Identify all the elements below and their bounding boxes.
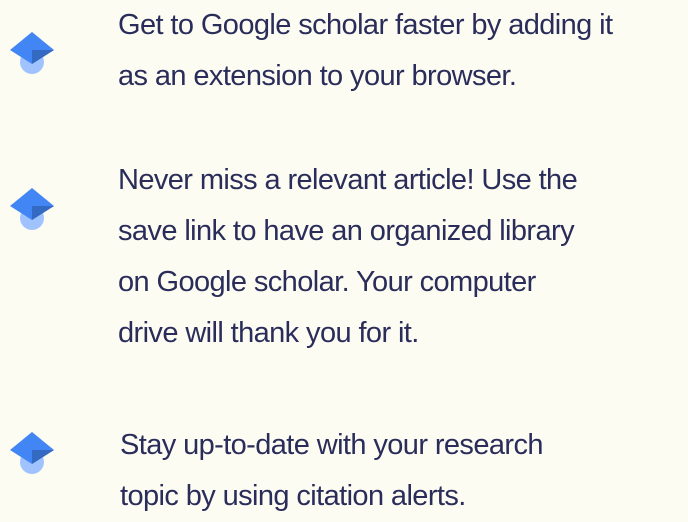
tip-text: Never miss a relevant article! Use the s… bbox=[118, 155, 678, 359]
tip-line: save link to have an organized library bbox=[118, 215, 575, 247]
tip-line: topic by using citation alerts. bbox=[120, 480, 466, 512]
tip-text: Get to Google scholar faster by adding i… bbox=[118, 0, 678, 102]
tip-line: drive will thank you for it. bbox=[118, 317, 419, 349]
google-scholar-icon bbox=[10, 432, 54, 474]
tip-line: on Google scholar. Your computer bbox=[118, 266, 536, 298]
tip-line: Get to Google scholar faster by adding i… bbox=[118, 9, 613, 41]
tip-line: as an extension to your browser. bbox=[118, 60, 517, 92]
tip-line: Never miss a relevant article! Use the bbox=[118, 164, 578, 196]
tip-line: Stay up-to-date with your research bbox=[120, 429, 543, 461]
google-scholar-icon bbox=[10, 32, 54, 74]
tip-text: Stay up-to-date with your research topic… bbox=[120, 420, 680, 522]
google-scholar-icon bbox=[10, 188, 54, 230]
